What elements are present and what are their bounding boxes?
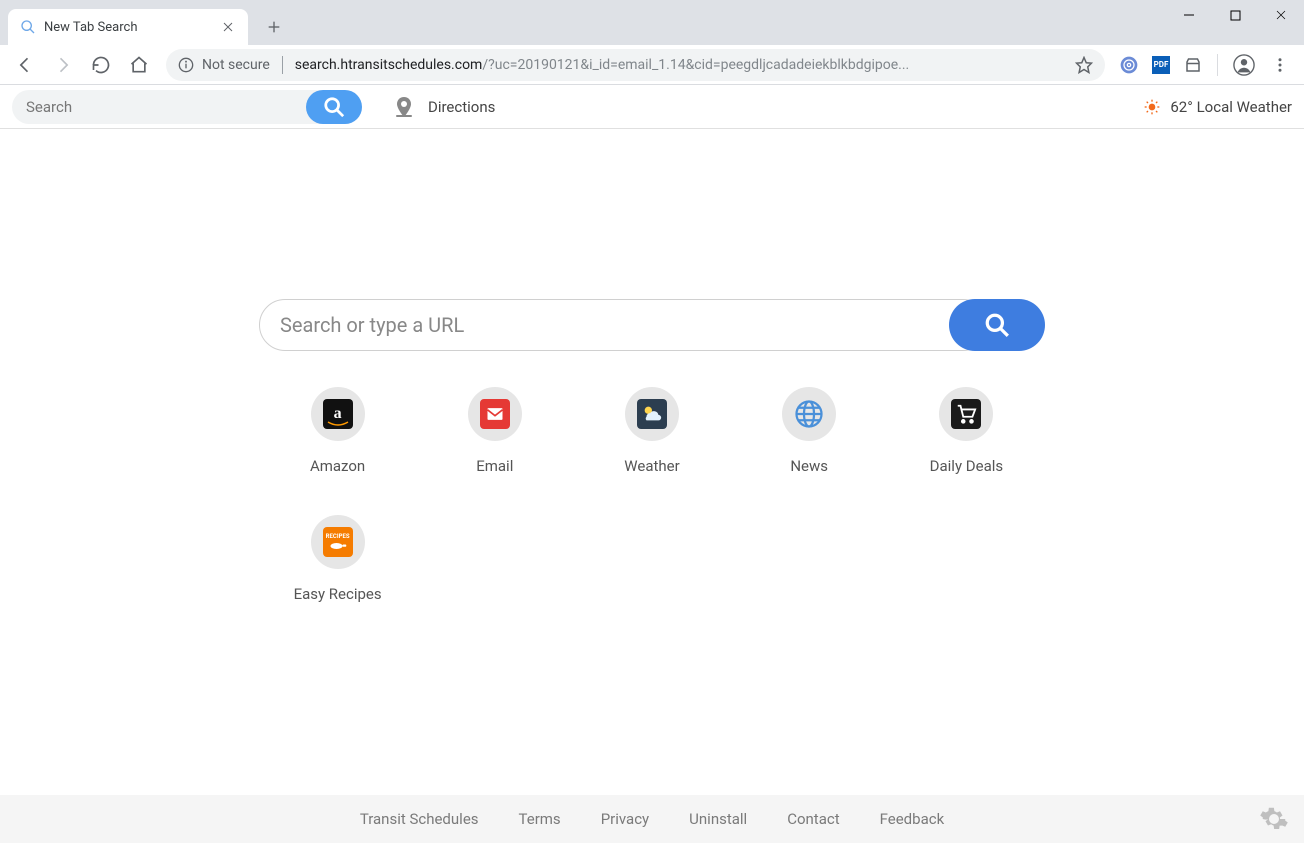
- toolbar-search-button[interactable]: [306, 90, 362, 124]
- browser-tab[interactable]: New Tab Search: [8, 9, 248, 45]
- divider: [282, 56, 283, 74]
- footer-link-privacy[interactable]: Privacy: [601, 810, 649, 828]
- sun-icon: [1144, 99, 1160, 115]
- amazon-icon: a: [311, 387, 365, 441]
- back-button[interactable]: [8, 48, 42, 82]
- page-footer: Transit Schedules Terms Privacy Uninstal…: [0, 795, 1304, 843]
- maximize-button[interactable]: [1212, 0, 1258, 30]
- directions-label: Directions: [428, 98, 495, 116]
- map-pin-icon: [392, 95, 416, 119]
- security-status: Not secure: [202, 57, 270, 73]
- search-icon: [20, 19, 36, 35]
- shortcut-label: Email: [476, 457, 513, 475]
- shortcut-label: Daily Deals: [930, 457, 1003, 475]
- gear-icon[interactable]: [1256, 801, 1292, 837]
- divider: [1217, 54, 1218, 76]
- minimize-button[interactable]: [1166, 0, 1212, 30]
- directions-link[interactable]: Directions: [392, 95, 495, 119]
- shortcut-easy-recipes[interactable]: RECIPES Easy Recipes: [259, 515, 416, 603]
- shortcut-daily-deals[interactable]: Daily Deals: [888, 387, 1045, 475]
- shortcut-label: Weather: [624, 457, 679, 475]
- chrome-menu-button[interactable]: [1264, 49, 1296, 81]
- window-titlebar: New Tab Search: [0, 0, 1304, 45]
- window-controls: [1166, 0, 1304, 45]
- toolbar-search: [12, 90, 362, 124]
- footer-link-uninstall[interactable]: Uninstall: [689, 810, 747, 828]
- shortcuts-grid: a Amazon Email Weather News: [259, 387, 1045, 603]
- shortcut-email[interactable]: Email: [416, 387, 573, 475]
- extension-icon-pdf[interactable]: PDF: [1147, 51, 1175, 79]
- profile-avatar-button[interactable]: [1228, 49, 1260, 81]
- footer-link-feedback[interactable]: Feedback: [880, 810, 945, 828]
- shortcut-news[interactable]: News: [731, 387, 888, 475]
- cart-icon: [939, 387, 993, 441]
- shortcut-label: News: [790, 457, 828, 475]
- address-bar[interactable]: Not secure search.htransitschedules.com/…: [166, 49, 1105, 81]
- shortcut-label: Easy Recipes: [294, 585, 382, 603]
- weather-label: 62° Local Weather: [1170, 98, 1292, 116]
- footer-link-transit[interactable]: Transit Schedules: [360, 810, 479, 828]
- weather-link[interactable]: 62° Local Weather: [1144, 98, 1292, 116]
- extension-icon-1[interactable]: [1115, 51, 1143, 79]
- reload-button[interactable]: [84, 48, 118, 82]
- shortcut-amazon[interactable]: a Amazon: [259, 387, 416, 475]
- new-tab-button[interactable]: [260, 13, 288, 41]
- main-search: [259, 299, 1045, 351]
- bookmark-star-icon[interactable]: [1075, 56, 1093, 74]
- forward-button[interactable]: [46, 48, 80, 82]
- main-search-input[interactable]: [280, 313, 968, 337]
- tabs-area: New Tab Search: [0, 0, 288, 45]
- close-window-button[interactable]: [1258, 0, 1304, 30]
- shortcut-label: Amazon: [310, 457, 365, 475]
- recipes-icon: RECIPES: [311, 515, 365, 569]
- weather-icon: [625, 387, 679, 441]
- main-search-wrap: [259, 299, 989, 351]
- news-icon: [782, 387, 836, 441]
- toolbar-search-input[interactable]: [26, 98, 306, 116]
- shortcut-weather[interactable]: Weather: [573, 387, 730, 475]
- extension-toolbar: Directions 62° Local Weather: [0, 85, 1304, 129]
- main-search-button[interactable]: [949, 299, 1045, 351]
- browser-toolbar: Not secure search.htransitschedules.com/…: [0, 45, 1304, 85]
- close-icon[interactable]: [220, 19, 236, 35]
- footer-link-terms[interactable]: Terms: [519, 810, 561, 828]
- email-icon: [468, 387, 522, 441]
- home-button[interactable]: [122, 48, 156, 82]
- extension-icon-3[interactable]: [1179, 51, 1207, 79]
- tab-title: New Tab Search: [44, 20, 212, 35]
- url-text: search.htransitschedules.com/?uc=2019012…: [295, 57, 909, 73]
- page-content: a Amazon Email Weather News: [0, 129, 1304, 795]
- info-icon[interactable]: [178, 57, 194, 73]
- footer-link-contact[interactable]: Contact: [787, 810, 839, 828]
